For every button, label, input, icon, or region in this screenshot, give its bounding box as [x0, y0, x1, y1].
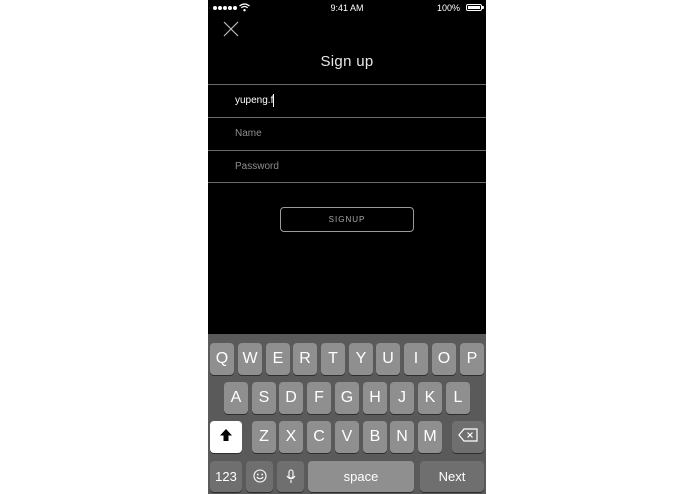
- microphone-key[interactable]: [277, 461, 304, 492]
- key-k[interactable]: K: [418, 382, 442, 414]
- key-v[interactable]: V: [335, 421, 359, 453]
- key-i[interactable]: I: [404, 343, 428, 375]
- key-r[interactable]: R: [293, 343, 317, 375]
- email-field[interactable]: [235, 85, 475, 116]
- key-w[interactable]: W: [238, 343, 262, 375]
- key-d[interactable]: D: [279, 382, 303, 414]
- key-b[interactable]: B: [363, 421, 387, 453]
- shift-key[interactable]: [210, 421, 242, 453]
- key-q[interactable]: Q: [210, 343, 234, 375]
- email-field-row: [208, 84, 486, 116]
- key-s[interactable]: S: [252, 382, 276, 414]
- password-field-row: [208, 150, 486, 183]
- microphone-icon: [286, 469, 295, 483]
- status-bar: 9:41 AM 100%: [208, 0, 486, 16]
- key-l[interactable]: L: [446, 382, 470, 414]
- key-n[interactable]: N: [390, 421, 414, 453]
- emoji-icon: [252, 469, 267, 483]
- phone-screen: 9:41 AM 100% Sign up SIGNUP Q W E R T Y …: [208, 0, 486, 494]
- backspace-icon: [458, 428, 478, 442]
- key-a[interactable]: A: [224, 382, 248, 414]
- key-z[interactable]: Z: [252, 421, 276, 453]
- signup-button[interactable]: SIGNUP: [280, 207, 414, 232]
- key-x[interactable]: X: [279, 421, 303, 453]
- space-key[interactable]: space: [308, 461, 414, 492]
- numbers-key[interactable]: 123: [210, 461, 242, 492]
- key-g[interactable]: G: [335, 382, 359, 414]
- battery-icon: [466, 4, 484, 11]
- keyboard: Q W E R T Y U I O P A S D F G H J K L Z …: [208, 334, 486, 494]
- password-field[interactable]: [235, 151, 475, 182]
- name-field-row: [208, 117, 486, 149]
- key-j[interactable]: J: [390, 382, 414, 414]
- key-o[interactable]: O: [432, 343, 456, 375]
- name-field[interactable]: [235, 118, 475, 149]
- emoji-key[interactable]: [246, 461, 273, 492]
- text-cursor: [273, 94, 274, 107]
- key-h[interactable]: H: [363, 382, 387, 414]
- key-u[interactable]: U: [376, 343, 400, 375]
- battery-percent: 100%: [436, 3, 460, 13]
- close-icon[interactable]: [222, 20, 240, 38]
- key-m[interactable]: M: [418, 421, 442, 453]
- key-e[interactable]: E: [266, 343, 290, 375]
- key-t[interactable]: T: [321, 343, 345, 375]
- backspace-key[interactable]: [452, 421, 484, 453]
- shift-icon: [220, 429, 232, 442]
- key-c[interactable]: C: [307, 421, 331, 453]
- key-f[interactable]: F: [307, 382, 331, 414]
- key-p[interactable]: P: [460, 343, 484, 375]
- page-title: Sign up: [320, 53, 374, 70]
- next-key[interactable]: Next: [420, 461, 484, 492]
- key-y[interactable]: Y: [349, 343, 373, 375]
